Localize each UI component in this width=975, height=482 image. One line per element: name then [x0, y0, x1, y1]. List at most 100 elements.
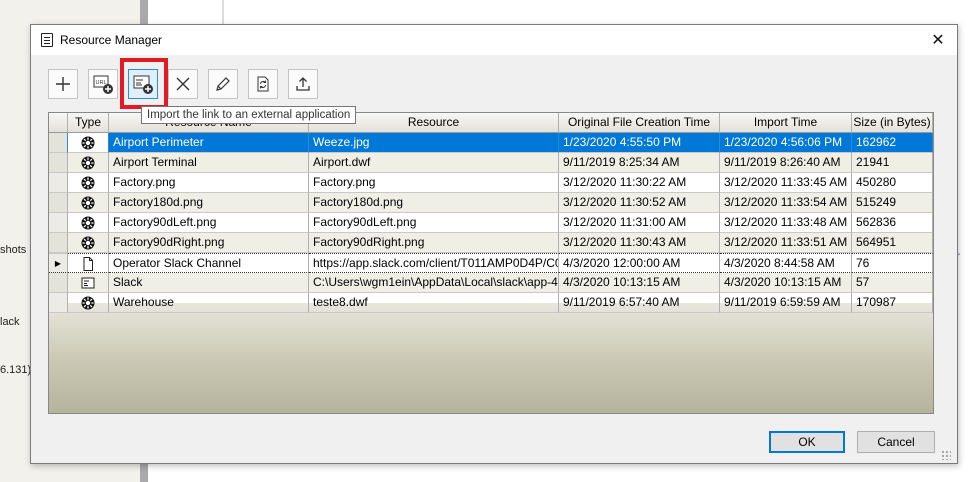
table-row[interactable]: Warehouse teste8.dwf 9/11/2019 6:57:40 AM 9… [49, 293, 933, 313]
refresh-icon [257, 76, 269, 92]
row-header-corner [49, 113, 68, 133]
cell-created[interactable]: 3/12/2020 11:30:22 AM [559, 173, 720, 193]
cell-type[interactable] [68, 253, 109, 273]
cell-resource[interactable]: https://app.slack.com/client/T011AMP0D4P… [309, 253, 559, 273]
cell-created[interactable]: 1/23/2020 4:55:50 PM [559, 133, 720, 153]
resource-table[interactable]: Type Resource Name Resource Original Fil… [48, 112, 934, 414]
row-header[interactable] [49, 173, 68, 193]
pencil-icon [216, 77, 230, 91]
cell-created[interactable]: 4/3/2020 10:13:15 AM [559, 273, 720, 293]
background-text: lack [0, 316, 20, 328]
add-button[interactable] [48, 69, 78, 99]
cell-type[interactable] [68, 153, 109, 173]
cell-created[interactable]: 9/11/2019 8:25:34 AM [559, 153, 720, 173]
table-row[interactable]: Airport Perimeter Weeze.jpg 1/23/2020 4:55… [49, 133, 933, 153]
cell-name[interactable]: Factory180d.png [109, 193, 309, 213]
cell-created[interactable]: 3/12/2020 11:31:00 AM [559, 213, 720, 233]
cell-name[interactable]: Warehouse [109, 293, 309, 313]
cell-size[interactable]: 562836 [852, 213, 933, 233]
cell-imported[interactable]: 3/12/2020 11:33:45 AM [720, 173, 852, 193]
cell-name[interactable]: Factory.png [109, 173, 309, 193]
row-header[interactable] [49, 233, 68, 253]
cell-name[interactable]: Factory90dRight.png [109, 233, 309, 253]
cell-type[interactable] [68, 273, 109, 293]
ok-button[interactable]: OK [769, 431, 845, 453]
table-row[interactable]: Factory90dRight.png Factory90dRight.png 3/… [49, 233, 933, 253]
url-add-icon: URL [93, 75, 113, 94]
cancel-button[interactable]: Cancel [857, 431, 935, 453]
cell-type[interactable] [68, 193, 109, 213]
cell-resource[interactable]: teste8.dwf [309, 293, 559, 313]
current-row-marker[interactable]: ▶ [49, 253, 68, 273]
table-row[interactable]: Factory180d.png Factory180d.png 3/12/2020 … [49, 193, 933, 213]
cell-resource[interactable]: Airport.dwf [309, 153, 559, 173]
cell-size[interactable]: 564951 [852, 233, 933, 253]
close-button[interactable]: ✕ [927, 30, 949, 52]
cell-imported[interactable]: 9/11/2019 6:59:59 AM [720, 293, 852, 313]
cell-created[interactable]: 3/12/2020 11:30:43 AM [559, 233, 720, 253]
row-header[interactable] [49, 293, 68, 313]
edit-button[interactable] [208, 69, 238, 99]
cell-resource[interactable]: C:\Users\wgm1ein\AppData\Local\slack\app… [309, 273, 559, 293]
cell-created[interactable]: 4/3/2020 12:00:00 AM [559, 253, 720, 273]
cell-imported[interactable]: 3/12/2020 11:33:48 AM [720, 213, 852, 233]
refresh-button[interactable] [248, 69, 278, 99]
table-row[interactable]: Airport Terminal Airport.dwf 9/11/2019 8:2… [49, 153, 933, 173]
cell-resource[interactable]: Weeze.jpg [309, 133, 559, 153]
cell-name[interactable]: Factory90dLeft.png [109, 213, 309, 233]
cell-imported[interactable]: 3/12/2020 11:33:51 AM [720, 233, 852, 253]
cell-type[interactable] [68, 133, 109, 153]
row-header[interactable] [49, 273, 68, 293]
delete-button[interactable] [168, 69, 198, 99]
table-row[interactable]: ▶ Operator Slack Channel https://app.slack… [49, 253, 933, 273]
cell-type[interactable] [68, 233, 109, 253]
row-header[interactable] [49, 193, 68, 213]
cell-imported[interactable]: 9/11/2019 8:26:40 AM [720, 153, 852, 173]
cell-resource[interactable]: Factory180d.png [309, 193, 559, 213]
cell-resource[interactable]: Factory90dRight.png [309, 233, 559, 253]
cell-imported[interactable]: 4/3/2020 10:13:15 AM [720, 273, 852, 293]
cell-name[interactable]: Airport Terminal [109, 153, 309, 173]
dialog-title: Resource Manager [60, 33, 163, 47]
cell-name[interactable]: Operator Slack Channel [109, 253, 309, 273]
cell-type[interactable] [68, 173, 109, 193]
cell-size[interactable]: 170987 [852, 293, 933, 313]
resource-manager-dialog: Resource Manager ✕ URL Type Resource Ori… [30, 24, 958, 464]
resize-grip[interactable] [941, 450, 951, 460]
column-header-size[interactable]: Size (in Bytes) [852, 113, 933, 133]
background-text: 6.131) [0, 364, 32, 376]
row-header[interactable] [49, 153, 68, 173]
cell-size[interactable]: 21941 [852, 153, 933, 173]
cell-type[interactable] [68, 293, 109, 313]
cell-name[interactable]: Airport Perimeter [109, 133, 309, 153]
tooltip: Import the link to an external applicati… [141, 106, 357, 124]
cell-size[interactable]: 162962 [852, 133, 933, 153]
cell-size[interactable]: 57 [852, 273, 933, 293]
cell-size[interactable]: 515249 [852, 193, 933, 213]
cell-created[interactable]: 3/12/2020 11:30:52 AM [559, 193, 720, 213]
cell-size[interactable]: 76 [852, 253, 933, 273]
cell-imported[interactable]: 3/12/2020 11:33:54 AM [720, 193, 852, 213]
add-url-button[interactable]: URL [88, 69, 118, 99]
table-row[interactable]: Factory.png Factory.png 3/12/2020 11:30:22… [49, 173, 933, 193]
cell-imported[interactable]: 1/23/2020 4:56:06 PM [720, 133, 852, 153]
plus-icon [56, 77, 70, 91]
export-button[interactable] [288, 69, 318, 99]
cell-type[interactable] [68, 213, 109, 233]
column-header-import-time[interactable]: Import Time [720, 113, 852, 133]
gear-icon [80, 156, 96, 172]
cell-size[interactable]: 450280 [852, 173, 933, 193]
cell-name[interactable]: Slack [109, 273, 309, 293]
row-header[interactable] [49, 213, 68, 233]
cell-imported[interactable]: 4/3/2020 8:44:58 AM [720, 253, 852, 273]
column-header-creation-time[interactable]: Original File Creation Time [559, 113, 720, 133]
cell-resource[interactable]: Factory90dLeft.png [309, 213, 559, 233]
table-row[interactable]: Factory90dLeft.png Factory90dLeft.png 3/12… [49, 213, 933, 233]
cell-resource[interactable]: Factory.png [309, 173, 559, 193]
table-row[interactable]: Slack C:\Users\wgm1ein\AppData\Local\slac… [49, 273, 933, 293]
upload-icon [296, 77, 310, 91]
cell-created[interactable]: 9/11/2019 6:57:40 AM [559, 293, 720, 313]
row-header[interactable] [49, 133, 68, 153]
column-header-type[interactable]: Type [68, 113, 109, 133]
gear-icon [80, 296, 96, 312]
